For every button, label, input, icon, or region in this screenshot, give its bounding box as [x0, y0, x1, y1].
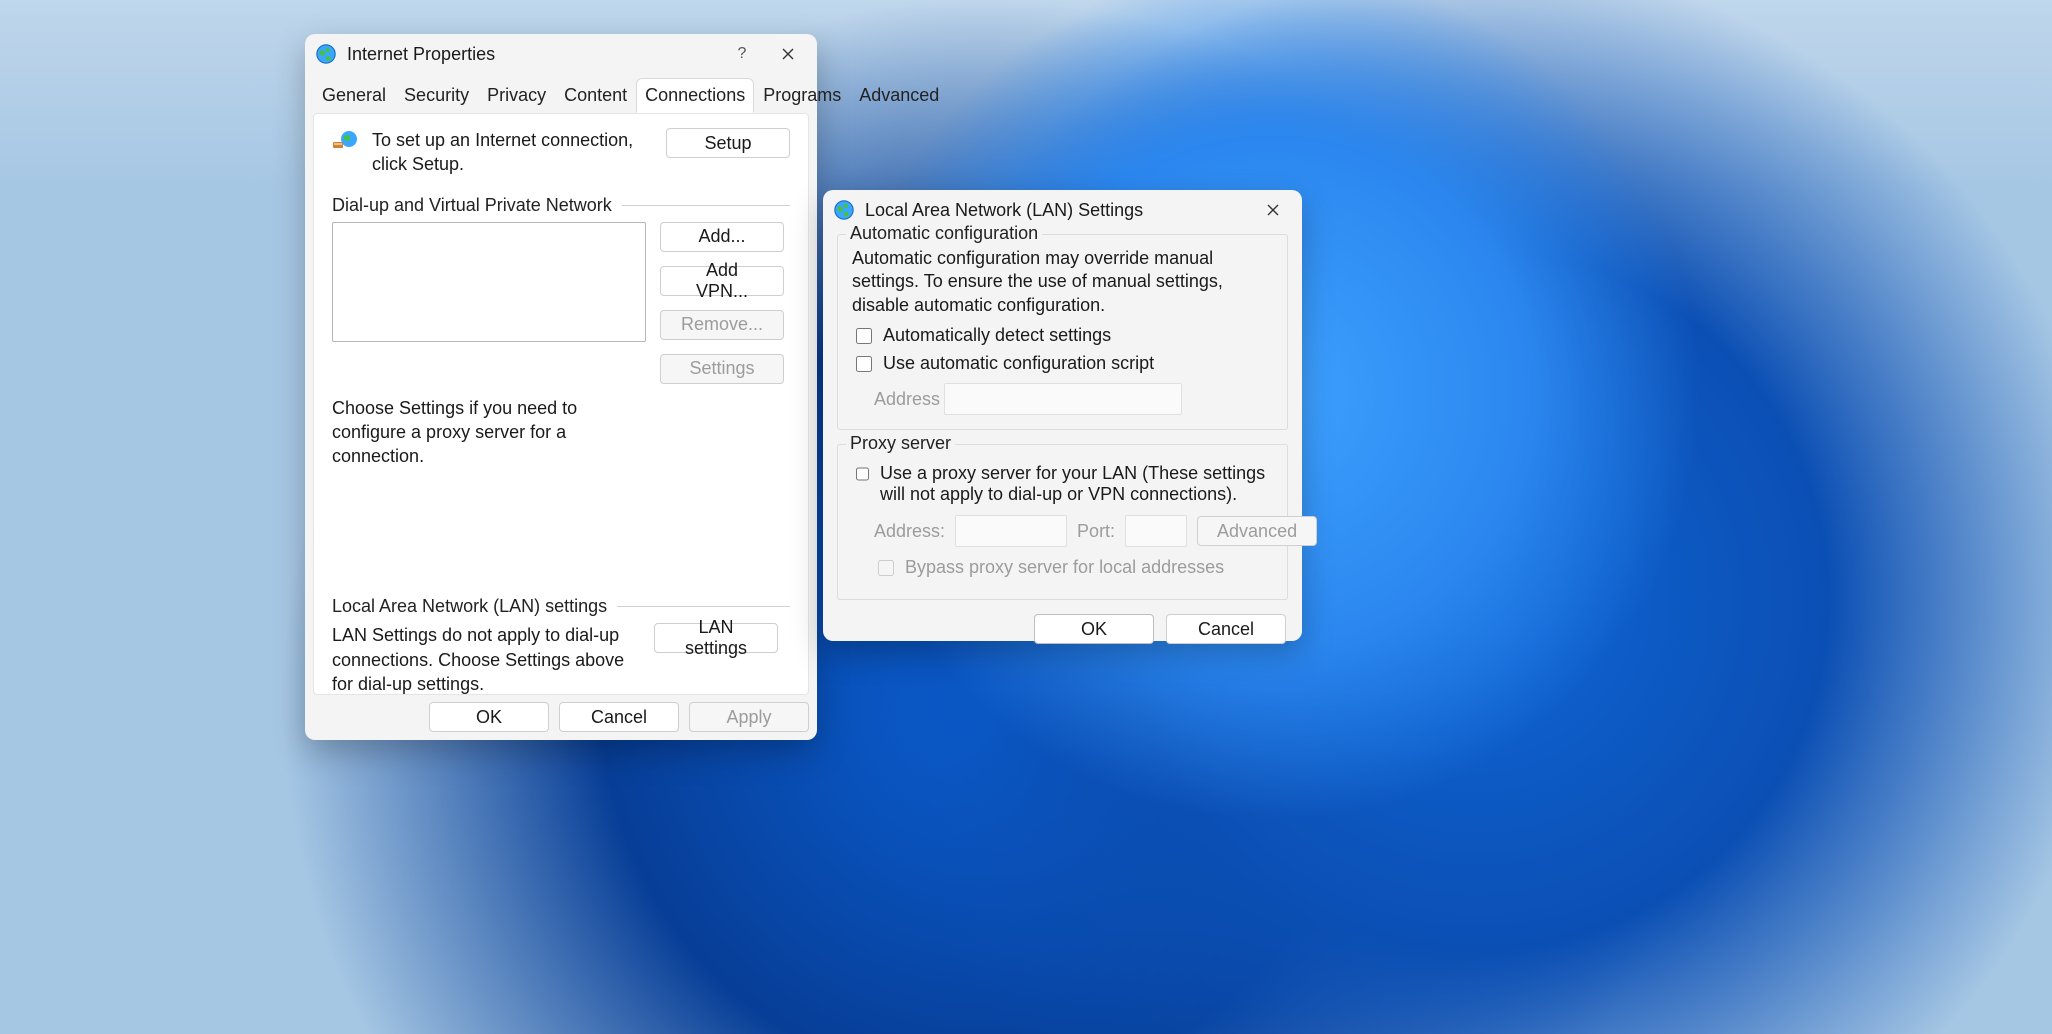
lan-note-text: LAN Settings do not apply to dial-up con…	[332, 623, 654, 696]
lan-group-label: Local Area Network (LAN) settings	[332, 596, 790, 617]
script-address-input[interactable]	[944, 383, 1182, 415]
proxy-advanced-button[interactable]: Advanced	[1197, 516, 1317, 546]
proxy-address-input[interactable]	[955, 515, 1067, 547]
auto-detect-checkbox[interactable]	[856, 328, 872, 344]
auto-config-group: Automatic configuration Automatic config…	[837, 234, 1288, 430]
close-icon	[782, 48, 794, 60]
proxy-server-group: Proxy server Use a proxy server for your…	[837, 444, 1288, 600]
remove-button[interactable]: Remove...	[660, 310, 784, 340]
close-icon	[1267, 204, 1279, 216]
bypass-checkbox	[878, 560, 894, 576]
lan-window-title: Local Area Network (LAN) Settings	[865, 200, 1143, 221]
tab-connections[interactable]: Connections	[636, 78, 754, 113]
choose-settings-text: Choose Settings if you need to configure…	[332, 396, 664, 469]
use-script-checkbox[interactable]	[856, 356, 872, 372]
setup-instruction-text: To set up an Internet connection, click …	[372, 128, 666, 177]
auto-detect-label: Automatically detect settings	[883, 325, 1111, 346]
apply-button[interactable]: Apply	[689, 702, 809, 732]
tab-general[interactable]: General	[313, 78, 395, 113]
use-proxy-label: Use a proxy server for your LAN (These s…	[880, 463, 1273, 505]
use-proxy-row[interactable]: Use a proxy server for your LAN (These s…	[852, 463, 1273, 505]
lan-dialog-footer: OK Cancel	[837, 614, 1288, 644]
dialog-footer: OK Cancel Apply	[429, 702, 809, 732]
help-button[interactable]: ?	[719, 38, 765, 70]
lan-cancel-button[interactable]: Cancel	[1166, 614, 1286, 644]
bypass-label: Bypass proxy server for local addresses	[905, 557, 1224, 578]
lan-settings-window: Local Area Network (LAN) Settings Automa…	[823, 190, 1302, 641]
use-script-row[interactable]: Use automatic configuration script	[852, 353, 1273, 375]
lan-settings-button[interactable]: LAN settings	[654, 623, 778, 653]
connection-settings-button[interactable]: Settings	[660, 354, 784, 384]
connections-listbox[interactable]	[332, 222, 646, 342]
titlebar[interactable]: Internet Properties ?	[305, 34, 817, 74]
proxy-port-label: Port:	[1077, 521, 1115, 542]
use-proxy-checkbox[interactable]	[856, 466, 869, 482]
tab-security[interactable]: Security	[395, 78, 478, 113]
internet-properties-window: Internet Properties ? General Security P…	[305, 34, 817, 740]
cancel-button[interactable]: Cancel	[559, 702, 679, 732]
auto-config-note: Automatic configuration may override man…	[852, 247, 1273, 317]
script-address-label: Address	[874, 389, 934, 410]
setup-button[interactable]: Setup	[666, 128, 790, 158]
use-script-label: Use automatic configuration script	[883, 353, 1154, 374]
proxy-address-label: Address:	[874, 521, 945, 542]
tab-content[interactable]: Content	[555, 78, 636, 113]
internet-options-icon	[833, 199, 855, 221]
bypass-row: Bypass proxy server for local addresses	[874, 557, 1273, 579]
internet-options-icon	[315, 43, 337, 65]
close-button[interactable]	[765, 38, 811, 70]
connections-panel: To set up an Internet connection, click …	[313, 113, 809, 695]
proxy-server-legend: Proxy server	[846, 433, 955, 454]
lan-ok-button[interactable]: OK	[1034, 614, 1154, 644]
add-vpn-button[interactable]: Add VPN...	[660, 266, 784, 296]
tab-programs[interactable]: Programs	[754, 78, 850, 113]
dialup-vpn-group-text: Dial-up and Virtual Private Network	[332, 195, 612, 216]
ok-button[interactable]: OK	[429, 702, 549, 732]
window-title: Internet Properties	[347, 44, 495, 65]
lan-group-text: Local Area Network (LAN) settings	[332, 596, 607, 617]
auto-detect-row[interactable]: Automatically detect settings	[852, 325, 1273, 347]
lan-close-button[interactable]	[1250, 194, 1296, 226]
tab-advanced[interactable]: Advanced	[850, 78, 948, 113]
proxy-port-input[interactable]	[1125, 515, 1187, 547]
auto-config-legend: Automatic configuration	[846, 223, 1042, 244]
tab-privacy[interactable]: Privacy	[478, 78, 555, 113]
connection-wizard-icon	[332, 130, 358, 152]
add-button[interactable]: Add...	[660, 222, 784, 252]
dialup-vpn-group-label: Dial-up and Virtual Private Network	[332, 195, 790, 216]
tabs: General Security Privacy Content Connect…	[305, 78, 817, 113]
